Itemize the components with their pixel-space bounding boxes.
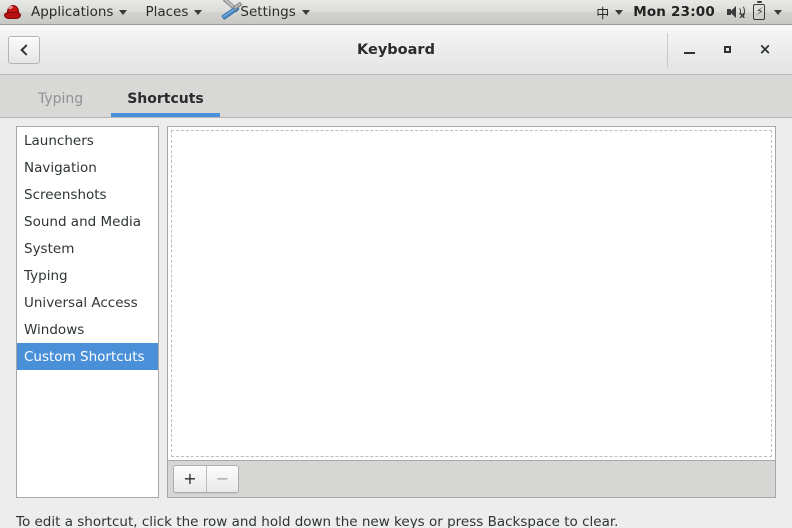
back-icon	[19, 43, 32, 56]
shortcut-list-toolbar: + −	[167, 461, 776, 498]
remove-shortcut-button[interactable]: −	[206, 466, 238, 492]
back-button[interactable]	[8, 35, 40, 64]
remove-shortcut-label: −	[215, 469, 230, 488]
panel-menu-settings-label: Settings	[240, 4, 296, 20]
chevron-down-icon[interactable]	[615, 9, 624, 15]
redhat-logo-icon[interactable]	[4, 4, 21, 21]
sidebar-item-custom-shortcuts[interactable]: Custom Shortcuts	[17, 343, 158, 370]
add-remove-button-group: + −	[173, 465, 239, 493]
panel-menu-applications[interactable]: Applications	[22, 0, 136, 24]
sidebar-item-label: Sound and Media	[24, 213, 142, 230]
keyboard-settings-window: Keyboard × Typing Shortcuts Launchers Na…	[0, 25, 792, 528]
close-button[interactable]: ×	[746, 33, 784, 67]
sidebar-item-universal-access[interactable]: Universal Access	[17, 289, 158, 316]
shortcut-list[interactable]	[167, 126, 776, 461]
panel-status-group: 中 Mon 23:00 x ⚡	[590, 0, 792, 24]
panel-menu-settings[interactable]: Settings	[211, 0, 318, 24]
sidebar-item-navigation[interactable]: Navigation	[17, 154, 158, 181]
sidebar-item-label: Typing	[24, 267, 68, 284]
tab-typing-label: Typing	[38, 91, 84, 107]
input-method-indicator[interactable]: 中	[590, 3, 609, 22]
chevron-down-icon[interactable]	[774, 9, 782, 15]
sidebar-item-screenshots[interactable]: Screenshots	[17, 181, 158, 208]
sidebar-item-label: Launchers	[24, 132, 94, 149]
panel-menu-places-label: Places	[145, 4, 189, 20]
tools-icon	[220, 0, 243, 23]
sidebar-item-label: Custom Shortcuts	[24, 348, 145, 365]
sidebar-item-typing[interactable]: Typing	[17, 262, 158, 289]
tab-shortcuts[interactable]: Shortcuts	[105, 92, 226, 117]
add-shortcut-label: +	[183, 469, 197, 488]
tab-shortcuts-label: Shortcuts	[127, 91, 204, 107]
minimize-button[interactable]	[670, 33, 708, 67]
sidebar-item-windows[interactable]: Windows	[17, 316, 158, 343]
sidebar-item-label: Screenshots	[24, 186, 107, 203]
maximize-button[interactable]	[708, 33, 746, 67]
add-shortcut-button[interactable]: +	[174, 466, 206, 492]
window-controls: ×	[667, 32, 784, 67]
chevron-down-icon	[119, 9, 128, 15]
chevron-down-icon	[301, 9, 310, 15]
shortcut-hint-text: To edit a shortcut, click the row and ho…	[16, 514, 619, 528]
sidebar-item-label: Navigation	[24, 159, 97, 176]
tab-bar: Typing Shortcuts	[0, 75, 792, 118]
sidebar-item-launchers[interactable]: Launchers	[17, 127, 158, 154]
battery-charging-icon[interactable]: ⚡	[753, 1, 765, 20]
clock-label[interactable]: Mon 23:00	[623, 4, 725, 20]
close-icon: ×	[758, 40, 772, 58]
shortcuts-panel: Launchers Navigation Screenshots Sound a…	[0, 118, 792, 528]
volume-muted-icon[interactable]: x	[727, 5, 745, 21]
sidebar-item-label: Universal Access	[24, 294, 138, 311]
panel-menu-places[interactable]: Places	[136, 0, 211, 24]
minimize-icon	[683, 51, 695, 54]
maximize-icon	[723, 46, 731, 53]
chevron-down-icon	[194, 9, 203, 15]
window-headerbar: Keyboard ×	[0, 25, 792, 75]
shortcut-category-list[interactable]: Launchers Navigation Screenshots Sound a…	[16, 126, 159, 498]
tab-typing[interactable]: Typing	[16, 92, 105, 117]
sidebar-item-sound-and-media[interactable]: Sound and Media	[17, 208, 158, 235]
panel-menu-group: Applications Places Settings	[0, 0, 319, 24]
panel-menu-applications-label: Applications	[31, 4, 114, 20]
shortcut-detail-column: + −	[167, 126, 776, 498]
top-panel: Applications Places Settings 中 Mon 23:00	[0, 0, 792, 25]
sidebar-item-label: System	[24, 240, 75, 257]
sidebar-item-label: Windows	[24, 321, 85, 338]
sidebar-item-system[interactable]: System	[17, 235, 158, 262]
system-tray: x ⚡	[725, 1, 786, 21]
